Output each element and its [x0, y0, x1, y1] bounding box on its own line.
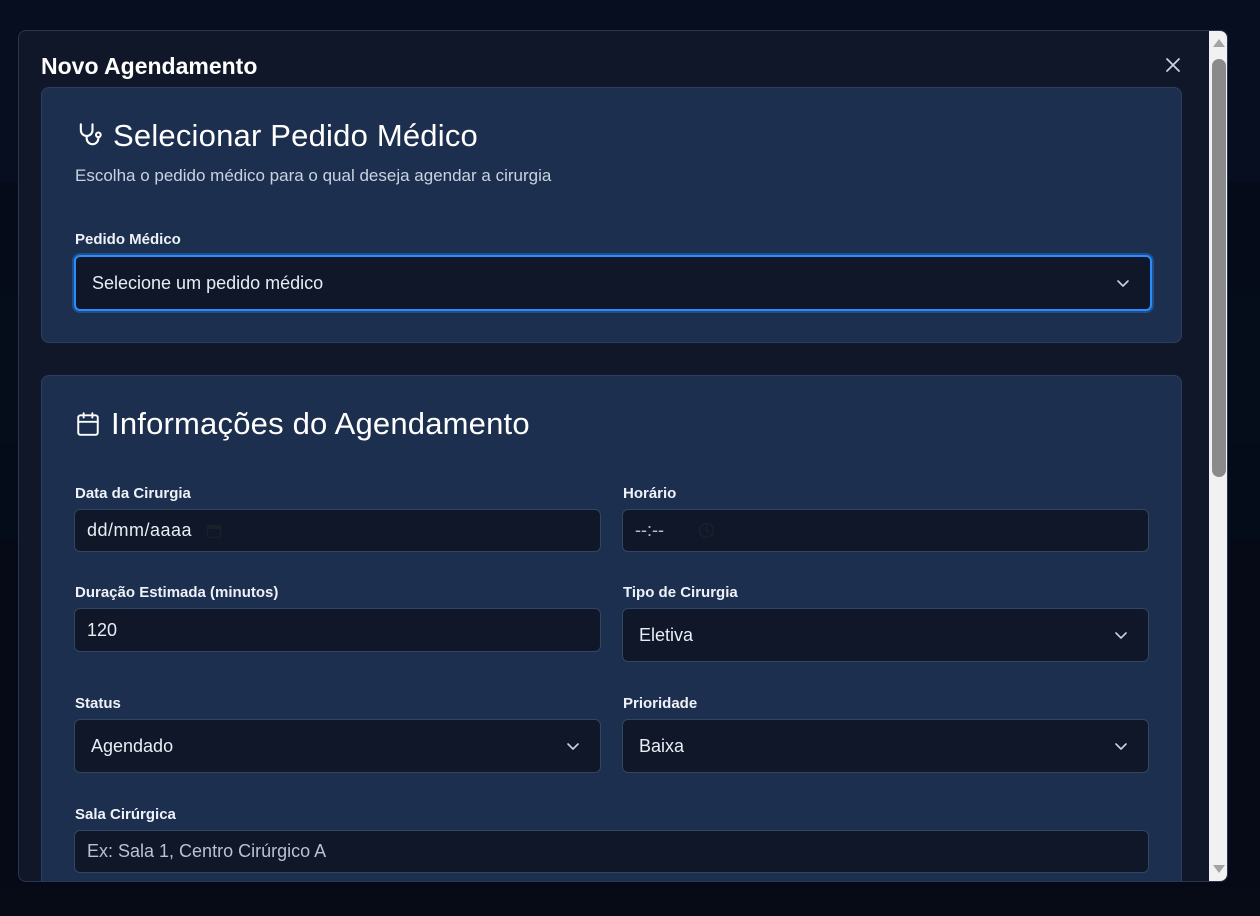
order-heading-text: Selecionar Pedido Médico: [113, 118, 478, 153]
clock-icon[interactable]: [698, 522, 715, 539]
calendar-icon: [77, 412, 99, 436]
status-select[interactable]: Agendado: [74, 719, 601, 773]
order-description: Escolha o pedido médico para o qual dese…: [75, 166, 552, 185]
room-label: Sala Cirúrgica: [75, 806, 176, 823]
surgery-time-input[interactable]: --:--: [622, 509, 1149, 552]
status-value: Agendado: [91, 735, 174, 756]
order-field-label: Pedido Médico: [75, 231, 181, 248]
duration-input[interactable]: 120: [74, 608, 601, 652]
time-label: Horário: [623, 485, 677, 502]
close-button[interactable]: [1159, 51, 1187, 79]
order-heading: Selecionar Pedido Médico: [75, 118, 478, 154]
priority-label: Prioridade: [623, 695, 698, 712]
new-schedule-modal: Novo Agendamento Selecionar Pedido Médic…: [18, 30, 1228, 882]
calendar-picker-icon[interactable]: [206, 523, 222, 539]
surgery-type-select[interactable]: Eletiva: [622, 608, 1149, 662]
schedule-heading: Informações do Agendamento: [75, 406, 530, 442]
surgery-date-input[interactable]: dd/mm/aaaa: [74, 509, 601, 552]
room-placeholder: Ex: Sala 1, Centro Cirúrgico A: [87, 841, 327, 861]
close-icon: [1166, 58, 1180, 72]
duration-value: 120: [87, 619, 118, 640]
surgical-room-input[interactable]: Ex: Sala 1, Centro Cirúrgico A: [74, 830, 1149, 873]
schedule-heading-text: Informações do Agendamento: [111, 406, 530, 441]
modal-title: Novo Agendamento: [41, 53, 258, 79]
priority-value: Baixa: [639, 735, 685, 756]
chevron-down-icon: [1115, 743, 1127, 750]
order-selection-card: Selecionar Pedido Médico Escolha o pedid…: [41, 87, 1182, 343]
order-select-value: Selecione um pedido médico: [92, 272, 324, 293]
chevron-down-icon: [1117, 280, 1129, 287]
surgery-type-value: Eletiva: [639, 624, 694, 645]
scroll-up-arrow-icon[interactable]: [1213, 39, 1225, 47]
date-placeholder: dd/mm/aaaa: [87, 520, 193, 540]
priority-select[interactable]: Baixa: [622, 719, 1149, 773]
status-label: Status: [75, 695, 121, 712]
duration-label: Duração Estimada (minutos): [75, 584, 279, 601]
surgery-type-label: Tipo de Cirurgia: [623, 584, 738, 601]
time-placeholder: --:--: [635, 520, 664, 540]
stethoscope-icon: [79, 123, 102, 146]
modal-scrollbar[interactable]: [1209, 31, 1227, 881]
scrollbar-thumb[interactable]: [1212, 59, 1226, 477]
chevron-down-icon: [1115, 632, 1127, 639]
date-label: Data da Cirurgia: [75, 485, 191, 502]
order-select[interactable]: Selecione um pedido médico: [74, 255, 1152, 311]
chevron-down-icon: [567, 743, 579, 750]
scroll-down-arrow-icon[interactable]: [1213, 865, 1225, 873]
schedule-info-card: Informações do Agendamento Data da Cirur…: [41, 375, 1182, 881]
